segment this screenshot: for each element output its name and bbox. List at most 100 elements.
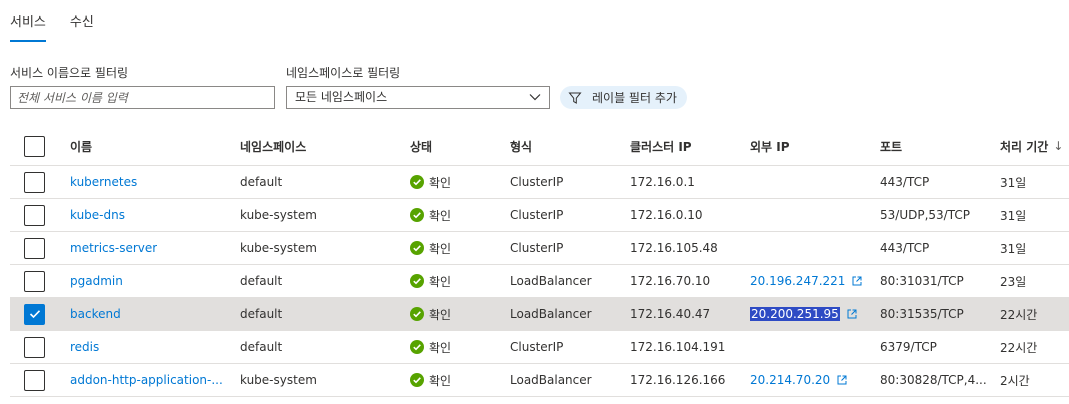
header-name[interactable]: 이름	[70, 127, 225, 165]
add-label-filter-label: 레이블 필터 추가	[592, 91, 677, 105]
table-row[interactable]: kube-dns kube-system 확인 ClusterIP 172.16…	[10, 199, 1069, 232]
success-check-circle-icon	[410, 307, 424, 321]
service-external-ip-cell	[750, 199, 875, 231]
open-external-link-icon[interactable]	[852, 276, 862, 286]
service-cluster-ip: 172.16.126.166	[630, 373, 726, 387]
service-name-link[interactable]: kube-dns	[70, 208, 125, 222]
service-status: 확인	[410, 298, 500, 330]
service-ports: 443/TCP	[880, 241, 930, 255]
checkmark-icon	[29, 310, 40, 319]
service-cluster-ip: 172.16.105.48	[630, 241, 718, 255]
success-check-circle-icon	[410, 373, 424, 387]
service-cluster-ip: 172.16.70.10	[630, 274, 711, 288]
service-age: 31일	[1000, 175, 1027, 190]
table-row[interactable]: addon-http-application-... kube-system 확…	[10, 364, 1069, 397]
open-external-link-icon[interactable]	[847, 309, 857, 319]
service-name-link[interactable]: kubernetes	[70, 175, 137, 189]
table-row[interactable]: redis default 확인 ClusterIP 172.16.104.19…	[10, 331, 1069, 364]
service-name-link[interactable]: backend	[70, 307, 121, 321]
service-external-ip-cell: 20.200.251.95	[750, 298, 875, 330]
service-name-filter-input[interactable]	[10, 86, 275, 109]
namespace-select[interactable]: 모든 네임스페이스	[286, 86, 550, 109]
status-text: 확인	[429, 208, 452, 223]
header-external-ip[interactable]: 외부 IP	[750, 127, 875, 165]
header-status[interactable]: 상태	[410, 127, 500, 165]
service-namespace: kube-system	[240, 241, 317, 255]
tab-services[interactable]: 서비스	[10, 12, 46, 42]
service-ports: 80:30828/TCP,4...	[880, 373, 987, 387]
row-checkbox[interactable]	[24, 369, 45, 391]
service-namespace: default	[240, 340, 283, 354]
success-check-circle-icon	[410, 175, 424, 189]
service-cluster-ip: 172.16.0.10	[630, 208, 703, 222]
service-external-ip-cell	[750, 232, 875, 264]
header-type[interactable]: 형식	[510, 127, 620, 165]
success-check-circle-icon	[410, 340, 424, 354]
service-ports: 80:31031/TCP	[880, 274, 964, 288]
status-text: 확인	[429, 175, 452, 190]
service-ports: 53/UDP,53/TCP	[880, 208, 970, 222]
external-ip-wrap: 20.196.247.221	[750, 274, 862, 288]
services-table: 이름 네임스페이스 상태 형식 클러스터 IP 외부 IP 포트 처리 기간 ↓…	[10, 127, 1069, 397]
service-ports: 443/TCP	[880, 175, 930, 189]
service-name-link[interactable]: pgadmin	[70, 274, 123, 288]
namespace-filter-label: 네임스페이스로 필터링	[286, 66, 401, 80]
table-row[interactable]: metrics-server kube-system 확인 ClusterIP …	[10, 232, 1069, 265]
service-age: 22시간	[1000, 340, 1038, 355]
service-cluster-ip: 172.16.0.1	[630, 175, 695, 189]
row-checkbox[interactable]	[24, 237, 45, 259]
header-age-label: 처리 기간	[1000, 139, 1049, 154]
funnel-filter-icon	[568, 92, 582, 104]
add-label-filter-button[interactable]: 레이블 필터 추가	[560, 86, 687, 109]
service-status: 확인	[410, 265, 500, 297]
success-check-circle-icon	[410, 241, 424, 255]
external-ip-wrap: 20.214.70.20	[750, 373, 847, 387]
header-namespace[interactable]: 네임스페이스	[240, 127, 400, 165]
external-ip-link[interactable]: 20.214.70.20	[750, 373, 830, 387]
service-cluster-ip: 172.16.40.47	[630, 307, 711, 321]
service-external-ip-cell	[750, 331, 875, 363]
service-name-link[interactable]: addon-http-application-...	[70, 373, 223, 387]
service-status: 확인	[410, 199, 500, 231]
service-namespace: default	[240, 175, 283, 189]
status-text: 확인	[429, 274, 452, 289]
row-checkbox[interactable]	[24, 171, 45, 193]
service-type: ClusterIP	[510, 241, 564, 255]
service-name-link[interactable]: metrics-server	[70, 241, 157, 255]
header-age[interactable]: 처리 기간 ↓	[1000, 127, 1069, 165]
service-cluster-ip: 172.16.104.191	[630, 340, 726, 354]
service-external-ip-cell	[750, 166, 875, 198]
service-type: LoadBalancer	[510, 274, 592, 288]
service-age: 31일	[1000, 208, 1027, 223]
table-row[interactable]: backend default 확인 LoadBalancer 172.16.4…	[10, 298, 1069, 331]
service-ports: 6379/TCP	[880, 340, 937, 354]
success-check-circle-icon	[410, 208, 424, 222]
select-all-checkbox[interactable]	[24, 135, 45, 157]
tab-ingress[interactable]: 수신	[70, 12, 94, 42]
external-ip-link[interactable]: 20.196.247.221	[750, 274, 845, 288]
header-cluster-ip[interactable]: 클러스터 IP	[630, 127, 745, 165]
service-status: 확인	[410, 364, 500, 396]
row-checkbox[interactable]	[24, 336, 45, 358]
status-text: 확인	[429, 307, 452, 322]
row-checkbox[interactable]	[24, 204, 45, 226]
row-checkbox[interactable]	[24, 270, 45, 292]
service-external-ip-cell: 20.214.70.20	[750, 364, 875, 396]
service-namespace: kube-system	[240, 208, 317, 222]
external-ip-wrap: 20.200.251.95	[750, 307, 857, 321]
status-text: 확인	[429, 340, 452, 355]
open-external-link-icon[interactable]	[837, 375, 847, 385]
table-row[interactable]: pgadmin default 확인 LoadBalancer 172.16.7…	[10, 265, 1069, 298]
header-ports[interactable]: 포트	[880, 127, 990, 165]
service-type: ClusterIP	[510, 208, 564, 222]
service-age: 31일	[1000, 241, 1027, 256]
service-name-link[interactable]: redis	[70, 340, 99, 354]
service-namespace: default	[240, 307, 283, 321]
external-ip-link[interactable]: 20.200.251.95	[750, 307, 840, 321]
status-text: 확인	[429, 241, 452, 256]
table-row[interactable]: kubernetes default 확인 ClusterIP 172.16.0…	[10, 166, 1069, 199]
status-text: 확인	[429, 373, 452, 388]
row-checkbox[interactable]	[24, 303, 45, 325]
service-status: 확인	[410, 232, 500, 264]
success-check-circle-icon	[410, 274, 424, 288]
